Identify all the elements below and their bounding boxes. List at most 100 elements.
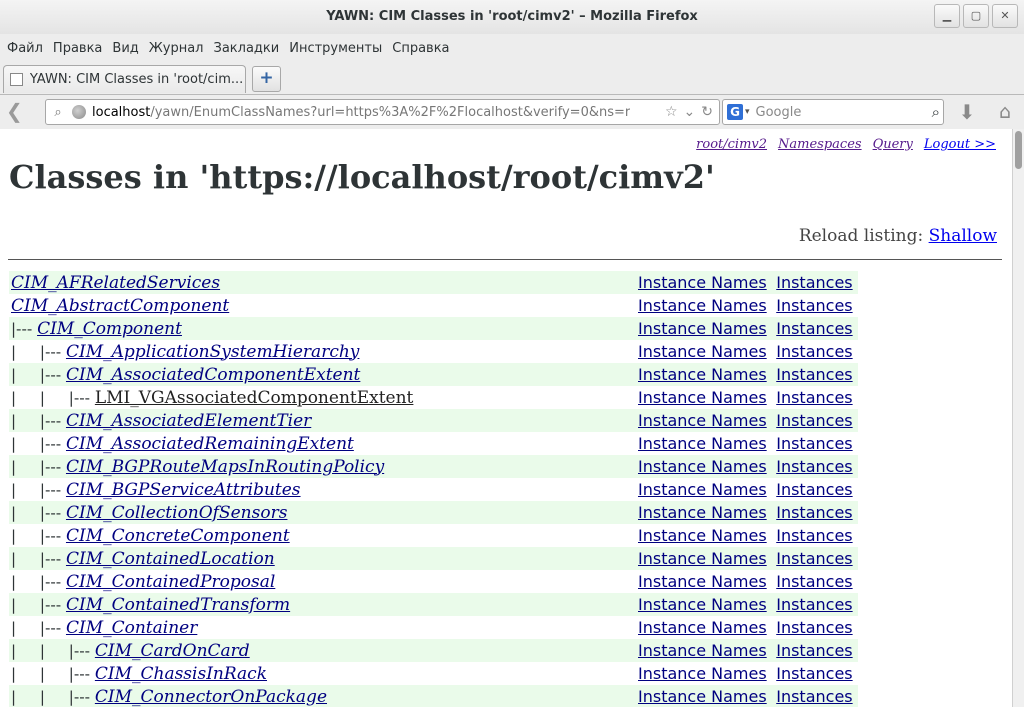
menu-file[interactable]: Файл (2, 41, 48, 56)
maximize-icon[interactable]: ▢ (963, 4, 989, 28)
class-link[interactable]: CIM_ContainedProposal (66, 572, 275, 592)
minimize-icon[interactable]: ▁ (934, 4, 960, 28)
instance-names-link[interactable]: Instance Names (638, 365, 767, 384)
instances-link[interactable]: Instances (776, 641, 852, 660)
window-title: YAWN: CIM Classes in 'root/cimv2' – Mozi… (326, 9, 698, 24)
class-link[interactable]: CIM_AbstractComponent (11, 296, 229, 316)
home-icon[interactable]: ⌂ (992, 99, 1018, 125)
instances-link[interactable]: Instances (776, 549, 852, 568)
menu-bookmarks[interactable]: Закладки (209, 41, 285, 56)
class-link[interactable]: CIM_AssociatedComponentExtent (66, 365, 360, 385)
bookmark-star-icon[interactable]: ☆ (665, 104, 678, 120)
search-input[interactable]: Google (756, 105, 802, 120)
class-name-cell: | |--- CIM_ApplicationSystemHierarchy (9, 340, 636, 363)
class-link[interactable]: CIM_ConnectorOnPackage (95, 687, 327, 707)
class-name-cell: | |--- CIM_AssociatedElementTier (9, 409, 636, 432)
url-search-icon[interactable]: ⌕ (46, 105, 70, 120)
site-identity-icon[interactable] (72, 105, 86, 119)
link-shallow[interactable]: Shallow (929, 226, 997, 246)
browser-tab[interactable]: YAWN: CIM Classes in 'root/cim... (3, 65, 246, 93)
instance-names-link[interactable]: Instance Names (638, 457, 767, 476)
instance-names-link[interactable]: Instance Names (638, 595, 767, 614)
instances-link[interactable]: Instances (776, 342, 852, 361)
class-link[interactable]: CIM_ChassisInRack (95, 664, 267, 684)
instances-link[interactable]: Instances (776, 388, 852, 407)
instance-names-link[interactable]: Instance Names (638, 641, 767, 660)
instances-link[interactable]: Instances (776, 595, 852, 614)
instance-names-link[interactable]: Instance Names (638, 296, 767, 315)
instance-names-link[interactable]: Instance Names (638, 319, 767, 338)
instance-names-link[interactable]: Instance Names (638, 411, 767, 430)
class-link[interactable]: CIM_AssociatedElementTier (66, 411, 311, 431)
menu-help[interactable]: Справка (387, 41, 454, 56)
table-row: | | |--- CIM_CardOnCard Instance Names Ins… (9, 639, 858, 662)
menu-view[interactable]: Вид (107, 41, 143, 56)
search-magnifier-icon[interactable]: ⌕ (932, 103, 940, 121)
link-namespace-root-cimv2[interactable]: root/cimv2 (696, 137, 767, 152)
link-namespaces[interactable]: Namespaces (778, 137, 862, 152)
instance-names-link[interactable]: Instance Names (638, 480, 767, 499)
class-link[interactable]: CIM_CardOnCard (95, 641, 250, 661)
class-link[interactable]: CIM_ApplicationSystemHierarchy (66, 342, 359, 362)
instance-names-link[interactable]: Instance Names (638, 526, 767, 545)
table-row: | |--- CIM_ConcreteComponent Instance Nam… (9, 524, 858, 547)
class-name-cell: | |--- CIM_ContainedTransform (9, 593, 636, 616)
class-link[interactable]: CIM_AssociatedRemainingExtent (66, 434, 354, 454)
instances-link[interactable]: Instances (776, 273, 852, 292)
class-link[interactable]: CIM_Component (37, 319, 182, 339)
url-bar[interactable]: ⌕ localhost /yawn/EnumClassNames?url=htt… (45, 99, 720, 125)
instances-link[interactable]: Instances (776, 503, 852, 522)
new-tab-button[interactable]: + (252, 66, 281, 92)
class-link[interactable]: CIM_BGPServiceAttributes (66, 480, 301, 500)
instances-link[interactable]: Instances (776, 526, 852, 545)
instance-names-link[interactable]: Instance Names (638, 687, 767, 706)
menu-history[interactable]: Журнал (144, 41, 209, 56)
instance-names-link[interactable]: Instance Names (638, 572, 767, 591)
link-logout[interactable]: Logout >> (924, 137, 996, 152)
instances-link[interactable]: Instances (776, 664, 852, 683)
class-link[interactable]: CIM_ContainedLocation (66, 549, 275, 569)
instances-link[interactable]: Instances (776, 572, 852, 591)
chevron-down-icon[interactable]: ▾ (745, 107, 750, 117)
instance-names-link[interactable]: Instance Names (638, 503, 767, 522)
instances-link[interactable]: Instances (776, 457, 852, 476)
instance-names-link[interactable]: Instance Names (638, 273, 767, 292)
close-icon[interactable]: ✕ (992, 4, 1018, 28)
class-name-cell: |--- CIM_Component (9, 317, 636, 340)
reload-icon[interactable]: ↻ (701, 104, 713, 120)
search-bar[interactable]: G ▾ Google ⌕ (722, 99, 944, 125)
instance-names-link[interactable]: Instance Names (638, 388, 767, 407)
instances-link[interactable]: Instances (776, 687, 852, 706)
menu-edit[interactable]: Правка (48, 41, 107, 56)
link-query[interactable]: Query (873, 137, 913, 152)
instances-link[interactable]: Instances (776, 618, 852, 637)
class-link[interactable]: CIM_CollectionOfSensors (66, 503, 287, 523)
class-link[interactable]: CIM_BGPRouteMapsInRoutingPolicy (66, 457, 384, 477)
scrollbar-thumb[interactable] (1015, 131, 1022, 169)
instances-link[interactable]: Instances (776, 411, 852, 430)
scrollbar[interactable] (1012, 129, 1024, 707)
class-link[interactable]: CIM_ConcreteComponent (66, 526, 290, 546)
class-name-cell: CIM_AFRelatedServices (9, 271, 636, 294)
instances-link[interactable]: Instances (776, 296, 852, 315)
instance-names-link[interactable]: Instance Names (638, 434, 767, 453)
instance-names-link[interactable]: Instance Names (638, 618, 767, 637)
instances-link[interactable]: Instances (776, 365, 852, 384)
instance-names-link[interactable]: Instance Names (638, 664, 767, 683)
class-link[interactable]: LMI_VGAssociatedComponentExtent (95, 388, 414, 408)
instance-names-cell: Instance Names (636, 501, 775, 524)
back-arrow-icon[interactable]: ❮ (6, 101, 28, 121)
instances-link[interactable]: Instances (776, 480, 852, 499)
menu-tools[interactable]: Инструменты (284, 41, 387, 56)
class-link[interactable]: CIM_AFRelatedServices (11, 273, 220, 293)
download-icon[interactable]: ⬇ (954, 99, 980, 125)
class-link[interactable]: CIM_Container (66, 618, 197, 638)
instances-link[interactable]: Instances (776, 319, 852, 338)
table-row: CIM_AbstractComponent Instance Names Insta… (9, 294, 858, 317)
instance-names-link[interactable]: Instance Names (638, 342, 767, 361)
history-dropdown-icon[interactable]: ⌄ (684, 104, 696, 120)
class-link[interactable]: CIM_ContainedTransform (66, 595, 290, 615)
instances-link[interactable]: Instances (776, 434, 852, 453)
search-engine-icon[interactable]: G (727, 104, 743, 120)
instance-names-link[interactable]: Instance Names (638, 549, 767, 568)
